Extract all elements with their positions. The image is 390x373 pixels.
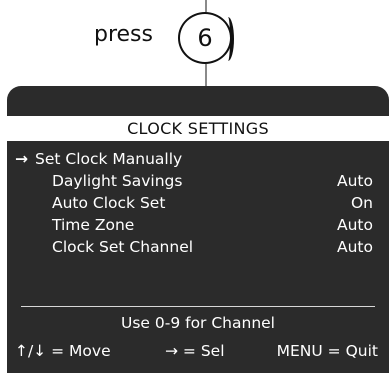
remote-key-6-button[interactable]: 6 bbox=[178, 12, 234, 64]
menu-title: CLOCK SETTINGS bbox=[7, 116, 389, 141]
clock-settings-menu: → Set Clock Manually Daylight Savings Au… bbox=[7, 148, 389, 258]
menu-item-value: Auto bbox=[337, 216, 373, 234]
menu-item-auto-clock-set[interactable]: Auto Clock Set On bbox=[7, 192, 389, 214]
menu-item-label: Daylight Savings bbox=[52, 172, 183, 190]
press-instruction-label: press bbox=[94, 22, 153, 47]
menu-item-value: Auto bbox=[337, 238, 373, 256]
menu-item-set-clock-manually[interactable]: → Set Clock Manually bbox=[7, 148, 389, 170]
connector-line-top bbox=[205, 0, 207, 12]
connector-line-bottom bbox=[205, 64, 207, 88]
control-legend: ↑/↓ = Move → = Sel MENU = Quit bbox=[7, 342, 389, 364]
menu-item-time-zone[interactable]: Time Zone Auto bbox=[7, 214, 389, 236]
menu-item-label: Clock Set Channel bbox=[52, 238, 194, 256]
menu-item-clock-set-channel[interactable]: Clock Set Channel Auto bbox=[7, 236, 389, 258]
selection-arrow-icon: → bbox=[15, 150, 28, 168]
menu-item-label: Set Clock Manually bbox=[35, 150, 183, 168]
menu-item-value: Auto bbox=[337, 172, 373, 190]
move-control-legend: ↑/↓ = Move bbox=[15, 342, 111, 360]
channel-hint-text: Use 0-9 for Channel bbox=[120, 314, 275, 332]
select-control-legend: → = Sel bbox=[165, 342, 225, 360]
menu-item-label: Auto Clock Set bbox=[52, 194, 166, 212]
tv-screen: CLOCK SETTINGS → Set Clock Manually Dayl… bbox=[7, 86, 389, 373]
menu-item-daylight-savings[interactable]: Daylight Savings Auto bbox=[7, 170, 389, 192]
quit-control-legend: MENU = Quit bbox=[276, 342, 378, 360]
menu-divider bbox=[21, 306, 375, 307]
menu-item-label: Time Zone bbox=[52, 216, 135, 234]
menu-item-value: On bbox=[350, 194, 373, 212]
